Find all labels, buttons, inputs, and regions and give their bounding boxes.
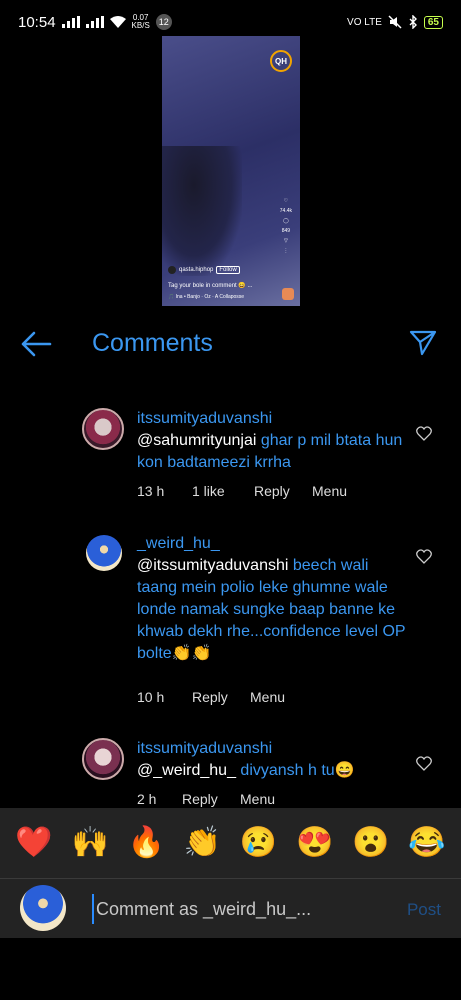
- comment-meta: 10 h Reply Menu: [137, 689, 285, 705]
- comment-item: itssumityaduvanshi @sahumrityunjai ghar …: [0, 406, 461, 506]
- comment-meta: 13 h 1 like Reply Menu: [137, 483, 347, 499]
- heart-icon[interactable]: [416, 426, 432, 441]
- comment-message: divyansh h tu😄: [235, 762, 355, 779]
- share-icon: ▽: [283, 238, 288, 244]
- emoji-surprised-face[interactable]: 😮: [352, 828, 389, 858]
- music-thumbnail: [282, 288, 294, 300]
- signal-icon: [61, 16, 80, 28]
- comment-menu-button[interactable]: Menu: [250, 689, 285, 705]
- comment-likes[interactable]: 1 like: [192, 483, 254, 499]
- reel-music: 🎵 Ina • Banjo · Oz · A Collaposse: [168, 294, 245, 300]
- page-title: Comments: [92, 329, 213, 357]
- comment-username[interactable]: itssumityaduvanshi: [137, 738, 407, 760]
- heart-icon[interactable]: [416, 549, 432, 564]
- comment-text: @itssumityaduvanshi beech wali taang mei…: [137, 555, 407, 665]
- reel-caption: Tag your bole in comment 😄 ...: [168, 283, 253, 289]
- comments-header: Comments: [0, 322, 461, 366]
- avatar[interactable]: [82, 408, 124, 450]
- comment-time: 10 h: [137, 689, 165, 705]
- comment-mention[interactable]: @_weird_hu_: [137, 762, 236, 779]
- avatar[interactable]: [82, 738, 124, 780]
- comment-menu-button[interactable]: Menu: [240, 791, 275, 807]
- reel-preview[interactable]: QH ♡ 74.4k ◯ 849 ▽ ⋮ qasta.hiphop Follow…: [162, 36, 300, 306]
- reel-figure: [162, 146, 242, 276]
- comment-input[interactable]: [92, 894, 392, 924]
- avatar[interactable]: [86, 535, 122, 571]
- comment-composer: Post: [0, 878, 461, 938]
- comment-body: _weird_hu_ @itssumityaduvanshi beech wal…: [137, 533, 407, 665]
- signal-2-icon: [85, 16, 104, 28]
- status-right: VO LTE 65: [347, 15, 443, 29]
- comment-text: @_weird_hu_ divyansh h tu😄: [137, 760, 407, 782]
- heart-icon[interactable]: [416, 756, 432, 771]
- comment-time: 2 h: [137, 791, 157, 807]
- send-icon[interactable]: [409, 328, 437, 356]
- comment-menu-button[interactable]: Menu: [312, 483, 347, 499]
- reel-account: qasta.hiphop Follow: [168, 266, 240, 274]
- reply-button[interactable]: Reply: [254, 483, 312, 499]
- comment-time: 13 h: [137, 483, 165, 499]
- reply-button[interactable]: Reply: [182, 791, 240, 807]
- reel-account-avatar: [168, 266, 176, 274]
- emoji-fire[interactable]: 🔥: [128, 828, 165, 858]
- comment-icon: ◯: [283, 218, 289, 224]
- comment-text: @sahumrityunjai ghar p mil btata hun kon…: [137, 430, 407, 474]
- emoji-quick-bar: ❤️ 🙌 🔥 👏 😢 😍 😮 😂: [0, 808, 461, 878]
- comment-username[interactable]: _weird_hu_: [137, 533, 407, 555]
- avatar: [20, 885, 66, 931]
- emoji-crying-face[interactable]: 😢: [240, 828, 277, 858]
- emoji-clapping-hands[interactable]: 👏: [184, 828, 221, 858]
- volte-indicator: VO LTE: [347, 16, 382, 28]
- comment-mention[interactable]: @itssumityaduvanshi: [137, 557, 288, 574]
- comment-item: itssumityaduvanshi @_weird_hu_ divyansh …: [0, 738, 461, 810]
- notification-count-badge: 12: [155, 14, 172, 30]
- battery-indicator: 65: [423, 15, 443, 29]
- comment-body: itssumityaduvanshi @_weird_hu_ divyansh …: [137, 738, 407, 782]
- emoji-red-heart[interactable]: ❤️: [15, 828, 52, 858]
- emoji-raising-hands[interactable]: 🙌: [72, 828, 109, 858]
- comments-count: 849: [281, 228, 291, 234]
- comment-item: _weird_hu_ @itssumityaduvanshi beech wal…: [0, 533, 461, 713]
- status-time: 10:54: [18, 13, 56, 31]
- like-icon: ♡: [283, 198, 289, 204]
- emoji-heart-eyes[interactable]: 😍: [296, 828, 333, 858]
- bluetooth-icon: [409, 15, 417, 29]
- comment-meta: 2 h Reply Menu: [137, 791, 275, 807]
- reply-button[interactable]: Reply: [192, 689, 250, 705]
- comment-username[interactable]: itssumityaduvanshi: [137, 408, 407, 430]
- net-speed: 0.07 KB/S: [132, 14, 150, 30]
- reel-account-name: qasta.hiphop: [179, 267, 214, 273]
- net-speed-unit: KB/S: [131, 21, 150, 30]
- back-arrow-icon[interactable]: [20, 330, 52, 358]
- reel-side-actions: ♡ 74.4k ◯ 849 ▽ ⋮: [280, 198, 292, 254]
- likes-count: 74.4k: [279, 208, 292, 214]
- wifi-icon: [109, 16, 126, 28]
- post-button[interactable]: Post: [407, 900, 441, 920]
- status-left: 10:54 0.07 KB/S 12: [18, 14, 172, 31]
- emoji-laughing-face[interactable]: 😂: [408, 828, 445, 858]
- comment-mention[interactable]: @sahumrityunjai: [137, 432, 256, 449]
- comment-body: itssumityaduvanshi @sahumrityunjai ghar …: [137, 408, 407, 474]
- more-icon: ⋮: [283, 248, 289, 254]
- follow-button: Follow: [216, 266, 240, 274]
- mute-icon: [388, 15, 402, 29]
- channel-logo: QH: [270, 50, 292, 72]
